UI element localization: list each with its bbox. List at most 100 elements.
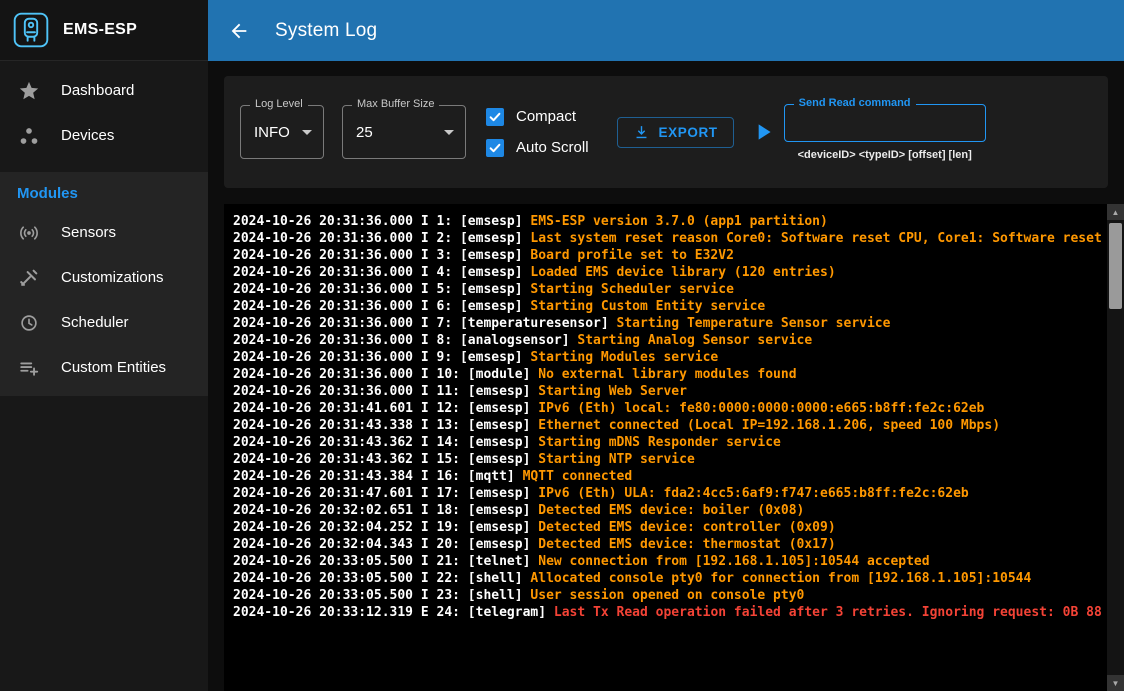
log-line: 2024-10-26 20:31:36.000 I 10: [module] N… <box>233 366 1124 383</box>
scheduler-icon <box>17 311 41 335</box>
sidebar-header: EMS-ESP <box>0 0 208 61</box>
log-line-head: 2024-10-26 20:31:36.000 I 7: [temperatur… <box>233 316 617 331</box>
sidebar-item-label: Customizations <box>61 269 164 286</box>
log-line-message: Starting Custom Entity service <box>530 299 765 314</box>
app-title: EMS-ESP <box>63 21 137 39</box>
sidebar-item-devices[interactable]: Devices <box>0 113 208 158</box>
log-line-message: Starting Modules service <box>530 350 718 365</box>
log-line-message: No external library modules found <box>538 367 796 382</box>
sidebar-item-label: Custom Entities <box>61 359 166 376</box>
scroll-up-icon[interactable]: ▲ <box>1107 204 1124 220</box>
ems-esp-logo-icon <box>13 12 49 48</box>
log-line-message: Last system reset reason Core0: Software… <box>530 231 1101 246</box>
chevron-down-icon <box>302 130 312 135</box>
max-buffer-label: Max Buffer Size <box>352 98 439 110</box>
send-command-field: Send Read command <box>784 104 986 142</box>
log-line-head: 2024-10-26 20:31:36.000 I 5: [emsesp] <box>233 282 530 297</box>
compact-checkbox[interactable]: Compact <box>486 108 589 126</box>
back-button[interactable] <box>227 19 251 43</box>
log-line-message: Starting NTP service <box>538 452 695 467</box>
log-line-message: Starting Web Server <box>538 384 687 399</box>
log-controls-card: Log Level INFO Max Buffer Size 25 Compac… <box>224 76 1108 188</box>
scrollbar-thumb[interactable] <box>1109 223 1122 309</box>
log-line-head: 2024-10-26 20:33:05.500 I 22: [shell] <box>233 571 530 586</box>
log-line-message: Detected EMS device: controller (0x09) <box>538 520 835 535</box>
export-button[interactable]: EXPORT <box>617 117 734 148</box>
log-line-message: Starting Analog Sensor service <box>577 333 812 348</box>
construction-icon <box>17 266 41 290</box>
play-icon <box>750 119 776 145</box>
log-line-message: Starting Temperature Sensor service <box>617 316 891 331</box>
send-command-label: Send Read command <box>794 97 916 109</box>
log-line: 2024-10-26 20:31:36.000 I 9: [emsesp] St… <box>233 349 1124 366</box>
log-scrollbar[interactable]: ▲ ▼ <box>1107 204 1124 691</box>
log-line-head: 2024-10-26 20:31:36.000 I 4: [emsesp] <box>233 265 530 280</box>
log-line-message: EMS-ESP version 3.7.0 (app1 partition) <box>530 214 827 229</box>
sidebar-item-custom-entities[interactable]: Custom Entities <box>0 345 208 390</box>
log-line-message: Starting mDNS Responder service <box>538 435 781 450</box>
max-buffer-select[interactable]: Max Buffer Size 25 <box>342 105 466 159</box>
log-line-message: MQTT connected <box>523 469 633 484</box>
send-command-input[interactable] <box>785 105 985 141</box>
log-line-head: 2024-10-26 20:32:04.343 I 20: [emsesp] <box>233 537 538 552</box>
log-line: 2024-10-26 20:33:05.500 I 22: [shell] Al… <box>233 570 1124 587</box>
log-level-label: Log Level <box>250 98 308 110</box>
devices-icon <box>17 124 41 148</box>
log-line: 2024-10-26 20:31:36.000 I 7: [temperatur… <box>233 315 1124 332</box>
log-line-message: Starting Scheduler service <box>530 282 734 297</box>
sidebar-modules-nav: Sensors Customizations Scheduler Custom Ent… <box>0 210 208 390</box>
log-line-head: 2024-10-26 20:31:43.384 I 16: [mqtt] <box>233 469 523 484</box>
log-line: 2024-10-26 20:31:36.000 I 11: [emsesp] S… <box>233 383 1124 400</box>
sidebar-item-dashboard[interactable]: Dashboard <box>0 68 208 113</box>
log-line: 2024-10-26 20:31:43.362 I 15: [emsesp] S… <box>233 451 1124 468</box>
log-line: 2024-10-26 20:31:36.000 I 8: [analogsens… <box>233 332 1124 349</box>
log-line: 2024-10-26 20:32:04.252 I 19: [emsesp] D… <box>233 519 1124 536</box>
log-line: 2024-10-26 20:31:36.000 I 2: [emsesp] La… <box>233 230 1124 247</box>
log-level-select[interactable]: Log Level INFO <box>240 105 324 159</box>
log-line-message: Ethernet connected (Local IP=192.168.1.2… <box>538 418 1000 433</box>
log-line: 2024-10-26 20:31:36.000 I 6: [emsesp] St… <box>233 298 1124 315</box>
log-line-head: 2024-10-26 20:33:05.500 I 23: [shell] <box>233 588 530 603</box>
log-line: 2024-10-26 20:31:36.000 I 1: [emsesp] EM… <box>233 213 1124 230</box>
sidebar-item-scheduler[interactable]: Scheduler <box>0 300 208 345</box>
scroll-down-icon[interactable]: ▼ <box>1107 675 1124 691</box>
log-line-head: 2024-10-26 20:31:43.338 I 13: [emsesp] <box>233 418 538 433</box>
log-line-head: 2024-10-26 20:33:12.319 E 24: [telegram] <box>233 605 554 620</box>
log-line-message: Loaded EMS device library (120 entries) <box>530 265 835 280</box>
sidebar-item-customizations[interactable]: Customizations <box>0 255 208 300</box>
log-line-message: Allocated console pty0 for connection fr… <box>530 571 1031 586</box>
log-line-head: 2024-10-26 20:31:36.000 I 10: [module] <box>233 367 538 382</box>
log-line-message: New connection from [192.168.1.105]:1054… <box>538 554 929 569</box>
arrow-back-icon <box>228 20 250 42</box>
log-level-value: INFO <box>254 124 290 141</box>
log-view[interactable]: 2024-10-26 20:31:36.000 I 1: [emsesp] EM… <box>224 204 1124 691</box>
log-line: 2024-10-26 20:31:36.000 I 4: [emsesp] Lo… <box>233 264 1124 281</box>
sidebar: EMS-ESP DashboardDevices Modules Sensors… <box>0 0 208 691</box>
log-line: 2024-10-26 20:31:36.000 I 3: [emsesp] Bo… <box>233 247 1124 264</box>
log-line: 2024-10-26 20:31:36.000 I 5: [emsesp] St… <box>233 281 1124 298</box>
send-command-button[interactable] <box>750 119 776 145</box>
star-icon <box>17 79 41 103</box>
log-line-message: Board profile set to E32V2 <box>530 248 734 263</box>
log-line: 2024-10-26 20:31:47.601 I 17: [emsesp] I… <box>233 485 1124 502</box>
log-line-message: Last Tx Read operation failed after 3 re… <box>554 605 1102 620</box>
log-line-head: 2024-10-26 20:31:36.000 I 3: [emsesp] <box>233 248 530 263</box>
page-title: System Log <box>275 20 377 42</box>
check-icon <box>488 141 502 155</box>
log-line: 2024-10-26 20:31:41.601 I 12: [emsesp] I… <box>233 400 1124 417</box>
log-line-head: 2024-10-26 20:31:36.000 I 8: [analogsens… <box>233 333 577 348</box>
autoscroll-label: Auto Scroll <box>516 139 589 156</box>
autoscroll-checkbox[interactable]: Auto Scroll <box>486 139 589 157</box>
appbar: System Log <box>208 0 1124 61</box>
send-command-group: Send Read command <deviceID> <typeID> [o… <box>784 104 986 161</box>
chevron-down-icon <box>444 130 454 135</box>
log-line-head: 2024-10-26 20:31:36.000 I 2: [emsesp] <box>233 231 530 246</box>
sidebar-item-label: Dashboard <box>61 82 134 99</box>
download-icon <box>633 124 650 141</box>
log-line: 2024-10-26 20:33:05.500 I 23: [shell] Us… <box>233 587 1124 604</box>
log-line-message: Detected EMS device: boiler (0x08) <box>538 503 804 518</box>
sidebar-item-sensors[interactable]: Sensors <box>0 210 208 255</box>
log-line-head: 2024-10-26 20:32:04.252 I 19: [emsesp] <box>233 520 538 535</box>
log-line-head: 2024-10-26 20:31:41.601 I 12: [emsesp] <box>233 401 538 416</box>
playlist-add-icon <box>17 356 41 380</box>
